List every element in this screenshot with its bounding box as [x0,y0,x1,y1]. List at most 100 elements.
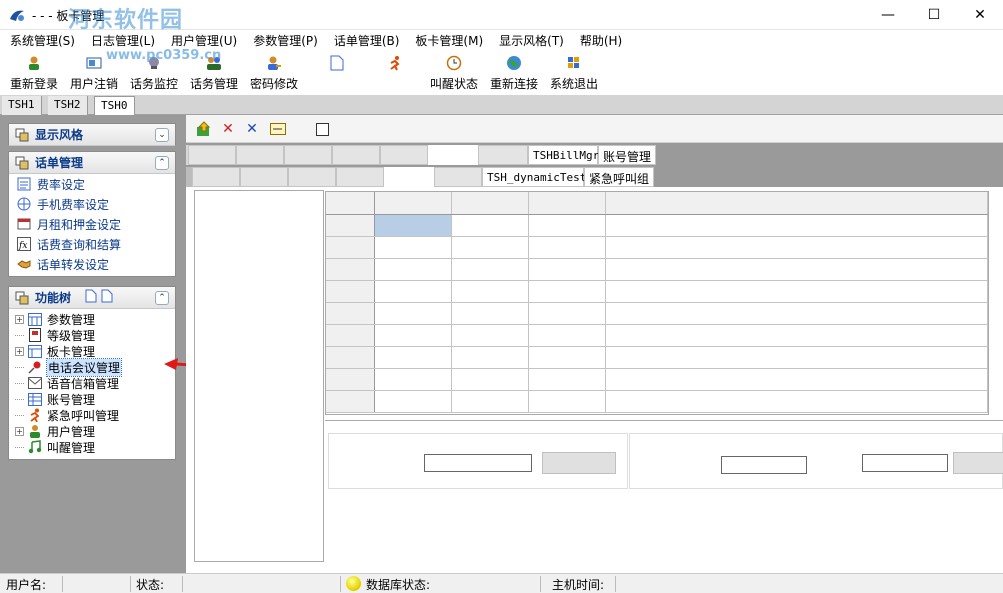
grid-cell[interactable] [605,302,988,325]
grid-header-cell[interactable] [451,192,529,215]
grid-cell[interactable] [451,302,529,325]
tree-item-board[interactable]: + 板卡管理 [15,343,175,359]
table-row[interactable] [326,236,988,259]
close-button[interactable]: ✕ [957,0,1003,30]
tree-item-level[interactable]: 等级管理 [15,327,175,343]
table-row[interactable] [326,346,988,369]
tree-item-user[interactable]: + 用户管理 [15,423,175,439]
tab-tsh2[interactable]: TSH2 [48,96,88,115]
grid-cell[interactable] [451,324,529,347]
detail-button-2[interactable] [953,452,1003,474]
edit-field-icon[interactable] [270,121,286,137]
grid-header-cell[interactable] [374,192,452,215]
wake-status-button[interactable]: 叫醒状态 [430,52,478,92]
grid-cell-selected[interactable] [374,214,452,237]
row-header[interactable] [326,368,375,391]
grid-cell[interactable] [528,258,606,281]
menu-param[interactable]: 参数管理(P) [245,32,326,49]
tab-active-blank[interactable] [428,145,478,165]
tab-blank[interactable] [284,145,332,165]
grid-cell[interactable] [374,368,452,391]
password-button[interactable]: 密码修改 [250,52,298,92]
table-row[interactable] [326,324,988,347]
cancel-icon[interactable]: ✕ [244,121,260,137]
delete-icon[interactable]: ✕ [220,121,236,137]
grid-cell[interactable] [374,324,452,347]
grid-cell[interactable] [528,368,606,391]
grid-cell[interactable] [528,324,606,347]
detail-button-1[interactable] [542,452,616,474]
tab-blank[interactable] [478,145,528,165]
expand-plus-icon[interactable]: + [15,426,24,436]
tree-item-account[interactable]: 账号管理 [15,391,175,407]
collapse-tree-chevron-icon[interactable]: ⌃ [155,291,169,305]
tab-blank[interactable] [332,145,380,165]
detail-input-2[interactable] [721,456,807,474]
new-doc-button[interactable] [328,52,346,92]
tree-item-emergency[interactable]: 紧急呼叫管理 [15,407,175,423]
menu-help[interactable]: 帮助(H) [572,32,630,49]
tree-item-param[interactable]: + 参数管理 [15,311,175,327]
tab-tshbillmgr[interactable]: TSHBillMgr [528,145,599,165]
grid-cell[interactable] [374,390,452,413]
bill-forward-item[interactable]: 话单转发设定 [9,254,175,274]
menu-bill[interactable]: 话单管理(B) [326,32,408,49]
run-button[interactable] [386,52,404,92]
tree-item-conference[interactable]: 电话会议管理 [15,357,175,377]
table-row[interactable] [326,390,988,413]
grid-cell[interactable] [451,236,529,259]
grid-cell[interactable] [605,236,988,259]
detail-input-1[interactable] [424,454,532,472]
grid-cell[interactable] [451,258,529,281]
menu-board[interactable]: 板卡管理(M) [407,32,491,49]
table-row[interactable] [326,258,988,281]
grid-cell[interactable] [451,214,529,237]
row-header[interactable] [326,258,375,281]
data-grid[interactable] [325,191,989,415]
detail-input-3[interactable] [862,454,948,472]
tab-emergency-group[interactable]: 紧急呼叫组 [584,167,654,187]
mobile-rate-item[interactable]: 手机费率设定 [9,194,175,214]
grid-cell[interactable] [451,346,529,369]
grid-cell[interactable] [451,280,529,303]
tab-blank[interactable] [188,145,236,165]
grid-cell[interactable] [605,324,988,347]
fee-query-item[interactable]: fx 话费查询和结算 [9,234,175,254]
grid-cell[interactable] [528,236,606,259]
bill-panel-header[interactable]: 话单管理 [9,152,175,174]
row-header[interactable] [326,390,375,413]
tab-blank[interactable] [240,167,288,187]
new-node-icon[interactable] [85,289,97,306]
reconnect-button[interactable]: 重新连接 [490,52,538,92]
expand-plus-icon[interactable]: + [15,314,24,324]
tab-tsh1[interactable]: TSH1 [2,96,42,115]
row-header[interactable] [326,324,375,347]
grid-cell[interactable] [605,280,988,303]
table-row[interactable] [326,368,988,391]
export-icon[interactable] [196,121,212,137]
grid-cell[interactable] [451,368,529,391]
tree-item-voicemail[interactable]: 语音信箱管理 [15,375,175,391]
grid-cell[interactable] [374,280,452,303]
function-tree-header[interactable]: 功能树 [9,287,175,309]
style-panel-header[interactable]: 显示风格 [9,124,175,146]
grid-cell[interactable] [605,214,988,237]
rate-setting-item[interactable]: 费率设定 [9,174,175,194]
grid-cell[interactable] [528,390,606,413]
grid-cell[interactable] [451,390,529,413]
rent-deposit-item[interactable]: 月租和押金设定 [9,214,175,234]
group-listbox[interactable] [194,190,324,562]
grid-cell[interactable] [605,346,988,369]
grid-cell[interactable] [374,346,452,369]
menu-user[interactable]: 用户管理(U) [163,32,245,49]
grid-header-cell[interactable] [605,192,988,215]
tab-blank[interactable] [192,167,240,187]
checkbox-icon[interactable] [314,121,330,137]
row-header[interactable] [326,280,375,303]
table-row[interactable] [326,214,988,237]
grid-cell[interactable] [528,280,606,303]
row-header[interactable] [326,302,375,325]
row-header[interactable] [326,236,375,259]
row-header[interactable] [326,346,375,369]
grid-cell[interactable] [605,258,988,281]
